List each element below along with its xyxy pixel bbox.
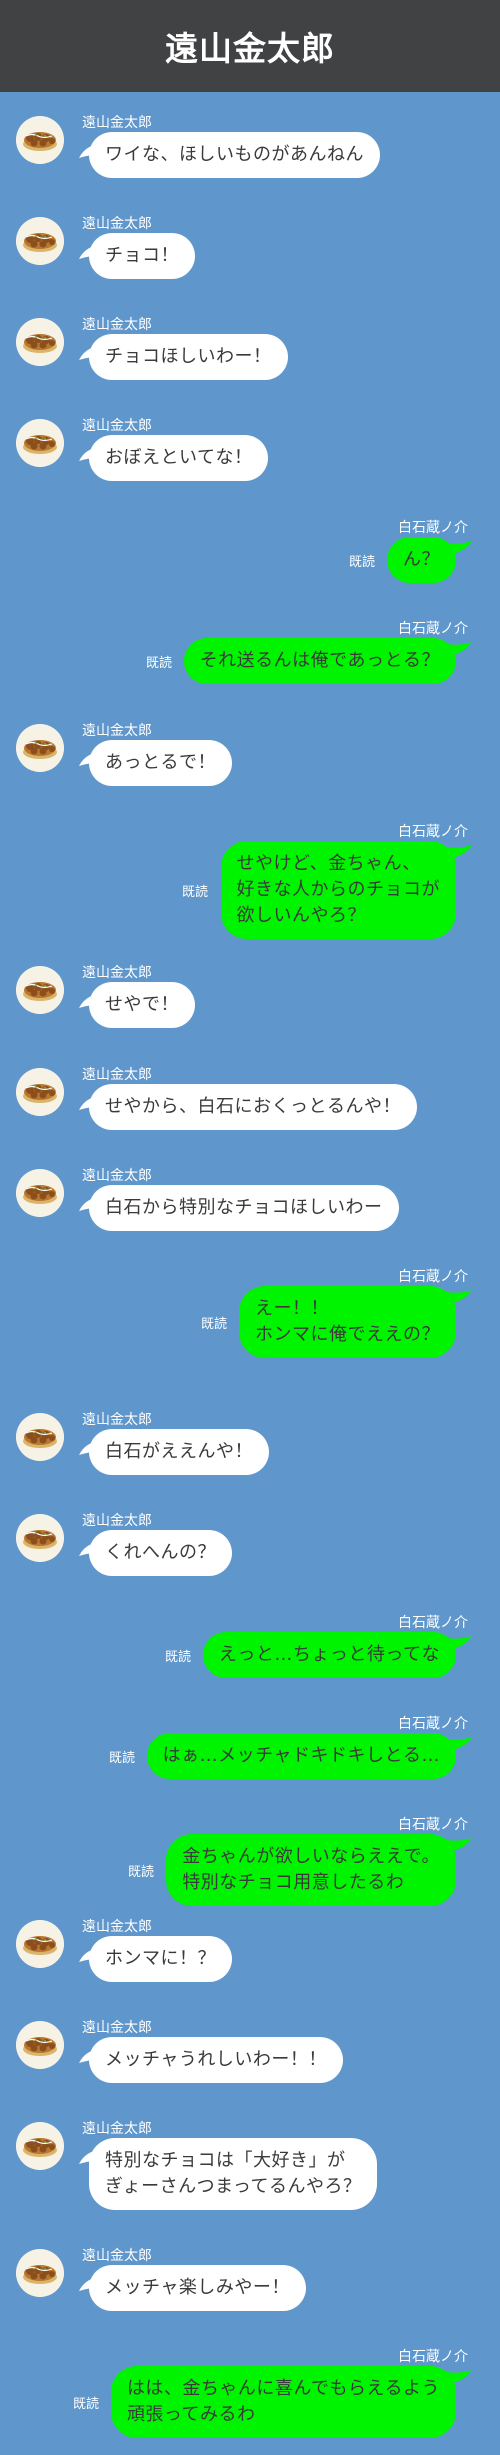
avatar[interactable] [16,419,64,467]
read-receipt: 既読 [72,2397,99,2412]
message-incoming: 遠山金太郎 特別なチョコは「大好き」が ぎょーさんつまってるんやろ？ [0,2118,500,2210]
message-incoming: 遠山金太郎 白石から特別なチョコほしいわー [0,1165,500,1231]
sender-name: 白石蔵ノ介 [398,1269,468,1285]
message-bubble[interactable]: 白石がええんや！ [89,1429,269,1475]
sender-name: 遠山金太郎 [82,1919,152,1935]
message-bubble[interactable]: せやけど、金ちゃん、 好きな人からのチョコが 欲しいんやろ？ [220,841,456,939]
message-outgoing: 白石蔵ノ介 はは、金ちゃんに喜んでもらえるよう 頑張ってみるわ 既読 [0,2346,500,2438]
message-bubble[interactable]: せやで！ [89,982,195,1028]
message-bubble[interactable]: えー！！ ホンマに俺でええの？ [239,1286,456,1358]
message-outgoing: 白石蔵ノ介 ん？ 既読 [0,517,500,583]
message-incoming: 遠山金太郎 おぼえといてな！ [0,415,500,481]
message-list[interactable]: 遠山金太郎 ワイな、ほしいものがあんねん 遠山金太郎 チョコ！ 遠山金太郎 チョコほし… [0,92,500,2455]
sender-name: 遠山金太郎 [82,1513,152,1529]
avatar[interactable] [16,1920,64,1968]
message-bubble[interactable]: ホンマに！？ [89,1936,232,1982]
message-bubble[interactable]: メッチャうれしいわー！！ [89,2037,343,2083]
avatar[interactable] [16,724,64,772]
chat-header: 遠山金太郎 [0,0,500,92]
read-receipt: 既読 [164,1650,191,1665]
message-incoming: 遠山金太郎 白石がええんや！ [0,1409,500,1475]
message-bubble[interactable]: 特別なチョコは「大好き」が ぎょーさんつまってるんやろ？ [89,2138,378,2210]
avatar[interactable] [16,2122,64,2170]
avatar[interactable] [16,1413,64,1461]
message-bubble[interactable]: 金ちゃんが欲しいならええで。 特別なチョコ用意したるわ [166,1834,456,1906]
message-incoming: 遠山金太郎 チョコほしいわー！ [0,314,500,380]
sender-name: 遠山金太郎 [82,965,152,981]
read-receipt: 既読 [108,1751,135,1766]
sender-name: 白石蔵ノ介 [398,2349,468,2365]
message-incoming: 遠山金太郎 メッチャ楽しみやー！ [0,2245,500,2311]
chat-title: 遠山金太郎 [165,29,335,68]
sender-name: 遠山金太郎 [82,2121,152,2137]
avatar[interactable] [16,1068,64,1116]
message-bubble[interactable]: ん？ [387,537,456,583]
avatar[interactable] [16,2249,64,2297]
message-bubble[interactable]: チョコほしいわー！ [89,334,288,380]
sender-name: 遠山金太郎 [82,317,152,333]
sender-name: 白石蔵ノ介 [398,1817,468,1833]
message-incoming: 遠山金太郎 メッチャうれしいわー！！ [0,2017,500,2083]
read-receipt: 既読 [200,1317,227,1332]
avatar[interactable] [16,116,64,164]
sender-name: 遠山金太郎 [82,418,152,434]
message-bubble[interactable]: ワイな、ほしいものがあんねん [89,132,380,178]
read-receipt: 既読 [181,885,208,900]
sender-name: 遠山金太郎 [82,2020,152,2036]
avatar[interactable] [16,318,64,366]
message-incoming: 遠山金太郎 あっとるで！ [0,720,500,786]
message-bubble[interactable]: メッチャ楽しみやー！ [89,2265,306,2311]
read-receipt: 既読 [127,1865,154,1880]
message-bubble[interactable]: はぁ…メッチャドキドキしとる… [146,1733,456,1779]
message-bubble[interactable]: 白石から特別なチョコほしいわー [89,1185,399,1231]
read-receipt: 既読 [145,656,172,671]
sender-name: 白石蔵ノ介 [398,1615,468,1631]
message-bubble[interactable]: くれへんの？ [89,1530,232,1576]
message-outgoing: 白石蔵ノ介 金ちゃんが欲しいならええで。 特別なチョコ用意したるわ 既読 [0,1814,500,1906]
sender-name: 遠山金太郎 [82,1412,152,1428]
message-incoming: 遠山金太郎 せやから、白石におくっとるんや！ [0,1064,500,1130]
message-incoming: 遠山金太郎 くれへんの？ [0,1510,500,1576]
message-incoming: 遠山金太郎 ワイな、ほしいものがあんねん [0,112,500,178]
message-incoming: 遠山金太郎 ホンマに！？ [0,1916,500,1982]
sender-name: 遠山金太郎 [82,115,152,131]
message-bubble[interactable]: おぼえといてな！ [89,435,269,481]
sender-name: 遠山金太郎 [82,216,152,232]
message-outgoing: 白石蔵ノ介 せやけど、金ちゃん、 好きな人からのチョコが 欲しいんやろ？ 既読 [0,821,500,939]
avatar[interactable] [16,217,64,265]
message-bubble[interactable]: えっと…ちょっと待ってな [202,1632,456,1678]
avatar[interactable] [16,2021,64,2069]
message-bubble[interactable]: せやから、白石におくっとるんや！ [89,1084,417,1130]
sender-name: 白石蔵ノ介 [398,824,468,840]
sender-name: 遠山金太郎 [82,2248,152,2264]
avatar[interactable] [16,1514,64,1562]
message-outgoing: 白石蔵ノ介 はぁ…メッチャドキドキしとる… 既読 [0,1713,500,1779]
read-receipt: 既読 [348,555,375,570]
message-outgoing: 白石蔵ノ介 えー！！ ホンマに俺でええの？ 既読 [0,1266,500,1358]
sender-name: 遠山金太郎 [82,1168,152,1184]
sender-name: 遠山金太郎 [82,723,152,739]
message-outgoing: 白石蔵ノ介 えっと…ちょっと待ってな 既読 [0,1612,500,1678]
message-bubble[interactable]: はは、金ちゃんに喜んでもらえるよう 頑張ってみるわ [110,2366,456,2438]
sender-name: 遠山金太郎 [82,1067,152,1083]
avatar[interactable] [16,1169,64,1217]
message-bubble[interactable]: それ送るんは俺であっとる？ [183,638,456,684]
sender-name: 白石蔵ノ介 [398,621,468,637]
message-bubble[interactable]: チョコ！ [89,233,195,279]
message-incoming: 遠山金太郎 せやで！ [0,962,500,1028]
message-incoming: 遠山金太郎 チョコ！ [0,213,500,279]
sender-name: 白石蔵ノ介 [398,520,468,536]
avatar[interactable] [16,966,64,1014]
message-bubble[interactable]: あっとるで！ [89,740,232,786]
sender-name: 白石蔵ノ介 [398,1716,468,1732]
message-outgoing: 白石蔵ノ介 それ送るんは俺であっとる？ 既読 [0,618,500,684]
